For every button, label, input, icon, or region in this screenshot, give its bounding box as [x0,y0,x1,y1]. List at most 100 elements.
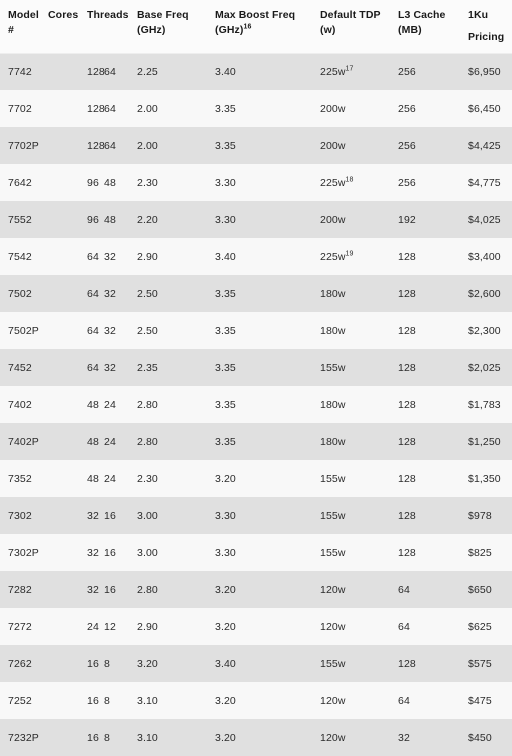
cell-model: 7702P [0,127,48,164]
cell-tdp: 180w [320,386,398,423]
cell-value: 3.20 [215,620,236,633]
cell-base: 2.80 [137,571,215,608]
column-header-line2: Pricing [468,30,512,45]
table-row: 7702 64 128 2.00 3.35 200w 256 $6,450 [0,90,512,127]
cell-value: 2.30 [137,472,158,485]
cell-value: 3.35 [215,139,236,152]
cell-value: 200w [320,139,346,152]
cell-price: $6,950 [468,53,512,90]
cell-model: 7552 [0,201,48,238]
column-header-line2-text: (MB) [398,24,422,36]
cell-l3: 128 [398,645,468,682]
cell-base: 3.10 [137,719,215,756]
cell-value: 48 [87,472,99,485]
cell-value: 3.20 [215,583,236,596]
cell-value: 3.35 [215,102,236,115]
cell-tdp: 120w [320,719,398,756]
cell-value: 3.20 [215,472,236,485]
cell-base: 2.80 [137,423,215,460]
cell-value: 200w [320,213,346,226]
cell-value: 16 [104,509,116,522]
table-row: 7552 48 96 2.20 3.30 200w 192 $4,025 [0,201,512,238]
table-row: 7542 32 64 2.90 3.40 225w19 128 $3,400 [0,238,512,275]
cell-model: 7262 [0,645,48,682]
cell-value: 2.35 [137,361,158,374]
cell-tdp: 225w17 [320,53,398,90]
cell-boost: 3.40 [215,645,320,682]
cell-l3: 128 [398,312,468,349]
cell-l3: 256 [398,90,468,127]
column-header-line1: 1Ku [468,9,489,21]
column-header-tdp: Default TDP (w) [320,0,398,54]
cell-value: 7742 [8,65,32,78]
table-row: 7252 8 16 3.10 3.20 120w 64 $475 [0,682,512,719]
cell-price: $1,250 [468,423,512,460]
cell-cores: 32 [48,275,116,312]
cell-price: $2,600 [468,275,512,312]
cell-value: 32 [104,324,116,337]
table-row: 7352 24 48 2.30 3.20 155w 128 $1,350 [0,460,512,497]
cell-price: $978 [468,497,512,534]
cell-boost: 3.30 [215,164,320,201]
cell-price: $1,350 [468,460,512,497]
table-row: 7702P 64 128 2.00 3.35 200w 256 $4,425 [0,127,512,164]
column-header-base: Base Freq (GHz) [137,0,215,54]
table-body: 7742 64 128 2.25 3.40 225w17 256 $6,950 7702 64 12… [0,53,512,756]
cell-base: 3.00 [137,534,215,571]
cell-boost: 3.35 [215,127,320,164]
cell-price: $575 [468,645,512,682]
column-header-cores: Cores [48,0,87,54]
cell-value: 3.35 [215,324,236,337]
cell-value: 2.20 [137,213,158,226]
cell-value: $650 [468,583,492,596]
cell-price: $4,025 [468,201,512,238]
cell-tdp: 200w [320,90,398,127]
cell-threads: 16 [87,645,137,682]
cell-value: 2.80 [137,583,158,596]
cell-value: 120w [320,694,346,707]
cell-value: 7282 [8,583,32,596]
cell-value: 7262 [8,657,32,670]
cell-value: $2,300 [468,324,501,337]
cell-base: 2.20 [137,201,215,238]
cell-value: 3.35 [215,435,236,448]
cell-value: 3.10 [137,731,158,744]
cell-value: 32 [104,250,116,263]
cell-boost: 3.40 [215,238,320,275]
cell-l3: 256 [398,53,468,90]
cell-value: 3.40 [215,65,236,78]
cell-model: 7542 [0,238,48,275]
cell-value: 128 [398,324,416,337]
cell-boost: 3.20 [215,460,320,497]
cell-l3: 128 [398,238,468,275]
cell-value: 3.30 [215,546,236,559]
cell-model: 7302 [0,497,48,534]
cell-model: 7232P [0,719,48,756]
column-header-line1: Cores [48,9,79,21]
cell-value: 7352 [8,472,32,485]
cell-value: $4,775 [468,176,501,189]
column-header-line2: (MB) [398,23,468,38]
footnote-marker: 18 [345,176,354,183]
cell-cores: 32 [48,349,116,386]
cell-value: 225w [320,65,346,78]
cell-price: $475 [468,682,512,719]
cell-cores: 64 [48,53,116,90]
cell-tdp: 155w [320,534,398,571]
cell-boost: 3.35 [215,312,320,349]
cell-cores: 16 [48,534,116,571]
cell-cores: 24 [48,386,116,423]
cell-value: 16 [87,694,99,707]
table-header-row: Model # Cores Threads Base Freq (GHz) Max Boos… [0,0,512,54]
cell-value: 32 [398,731,410,744]
cell-value: $6,950 [468,65,501,78]
cell-value: 32 [104,361,116,374]
cell-value: 2.00 [137,139,158,152]
cell-base: 2.00 [137,90,215,127]
cell-tdp: 155w [320,460,398,497]
cell-value: $825 [468,546,492,559]
cell-l3: 128 [398,497,468,534]
cell-value: $4,025 [468,213,501,226]
cell-value: 24 [104,435,116,448]
cell-tdp: 155w [320,645,398,682]
